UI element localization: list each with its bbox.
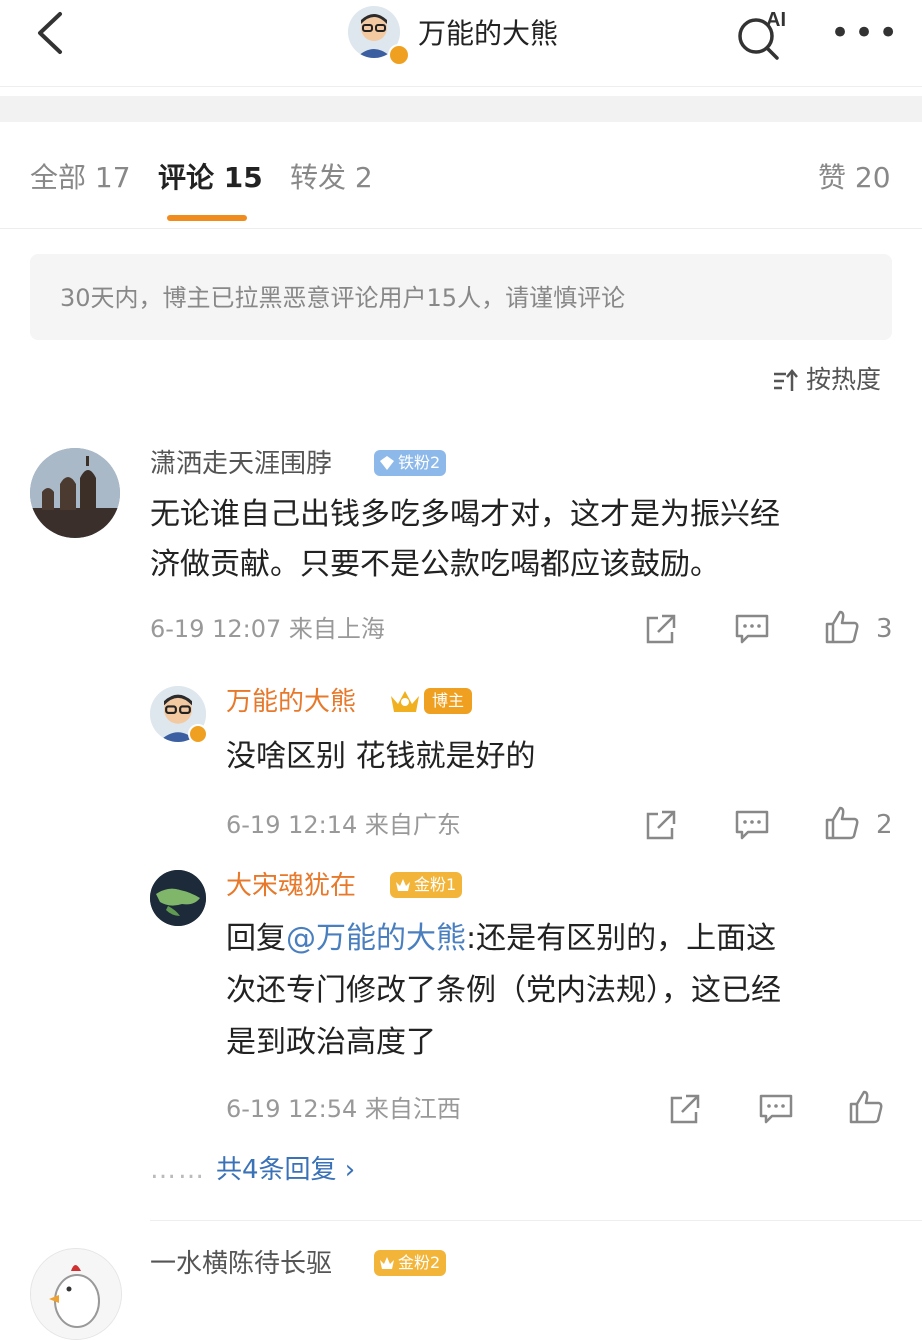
more-menu-icon[interactable]: ••• [830, 16, 902, 50]
tab-all[interactable]: 全部 17 [30, 158, 131, 198]
comment-icon[interactable] [758, 1092, 794, 1126]
fan-badge: 金粉2 [374, 1250, 447, 1276]
fan-badge-label: 铁粉2 [398, 453, 441, 472]
comment-text-line: 次还专门修改了条例（党内法规），这已经 [226, 973, 781, 1008]
comment-text-line: 无论谁自己出钱多吃多喝才对，这才是为振兴经 [150, 497, 780, 532]
comment-username[interactable]: 潇洒走天涯围脖 [150, 446, 332, 482]
ai-search-icon[interactable]: AI [732, 4, 794, 64]
comment-text-line: 济做贡献。只要不是公款吃喝都应该鼓励。 [150, 547, 720, 582]
comment-text-fragment: :还是有区别的，上面这 [466, 921, 777, 956]
fan-badge: 金粉1 [390, 872, 463, 898]
like-icon[interactable] [848, 1090, 884, 1124]
reply-prefix: 回复 [226, 921, 286, 956]
avatar[interactable] [150, 870, 206, 926]
chicken-avatar-icon [31, 1249, 121, 1339]
comment-icon[interactable] [734, 808, 770, 842]
comment-text-line: 回复@万能的大熊:还是有区别的，上面这 [226, 918, 776, 960]
crown-icon [380, 1257, 394, 1269]
more-replies-label: 共4条回复 › [216, 1155, 356, 1185]
comment-username[interactable]: 一水横陈待长驱 [150, 1246, 332, 1282]
like-icon[interactable] [824, 806, 860, 840]
mention-link[interactable]: @万能的大熊 [286, 921, 466, 956]
like-icon[interactable] [824, 610, 860, 644]
verified-badge-icon [188, 724, 208, 744]
like-count: 2 [876, 810, 893, 840]
map-avatar-icon [150, 870, 206, 926]
notice-text: 30天内，博主已拉黑恶意评论用户15人，请谨慎评论 [60, 284, 626, 312]
dots: …… [150, 1155, 206, 1185]
divider [0, 228, 922, 229]
page-title: 万能的大熊 [418, 17, 559, 50]
ai-label: AI [766, 9, 786, 31]
comment-meta: 6-19 12:14 来自广东 [226, 811, 461, 839]
diamond-icon [380, 456, 394, 470]
verified-badge-icon [388, 44, 410, 66]
comment-text: 没啥区别 花钱就是好的 [226, 739, 536, 774]
share-icon[interactable] [642, 808, 678, 842]
comment-username[interactable]: 大宋魂犹在 [226, 868, 356, 904]
comment-username[interactable]: 万能的大熊 [226, 684, 356, 720]
avatar[interactable] [30, 448, 120, 538]
crown-icon [396, 879, 410, 891]
divider [150, 1220, 922, 1221]
fan-badge-label: 金粉2 [398, 1253, 441, 1272]
share-icon[interactable] [666, 1092, 702, 1126]
comment-meta: 6-19 12:07 来自上海 [150, 615, 385, 643]
like-count: 3 [876, 614, 893, 644]
church-photo-icon [30, 448, 120, 538]
sort-by-hot-button[interactable]: 按热度 [806, 362, 881, 398]
back-arrow-icon[interactable] [30, 8, 76, 58]
comment-icon[interactable] [734, 612, 770, 646]
share-icon[interactable] [642, 612, 678, 646]
section-divider [0, 96, 922, 122]
fan-badge-label: 金粉1 [414, 875, 457, 894]
host-badge: 博主 [424, 688, 473, 714]
comment-text-line: 是到政治高度了 [226, 1025, 436, 1060]
tab-comments[interactable]: 评论 15 [158, 158, 263, 198]
tab-likes[interactable]: 赞 20 [818, 158, 891, 198]
tab-reposts[interactable]: 转发 2 [290, 158, 373, 198]
view-more-replies-link[interactable]: …… 共4条回复 › [150, 1152, 355, 1188]
comment-meta: 6-19 12:54 来自江西 [226, 1095, 461, 1123]
sort-icon[interactable] [772, 368, 800, 394]
crown-icon [391, 691, 419, 712]
avatar[interactable] [30, 1248, 122, 1340]
fan-badge: 铁粉2 [374, 450, 447, 476]
active-tab-indicator [167, 215, 247, 221]
